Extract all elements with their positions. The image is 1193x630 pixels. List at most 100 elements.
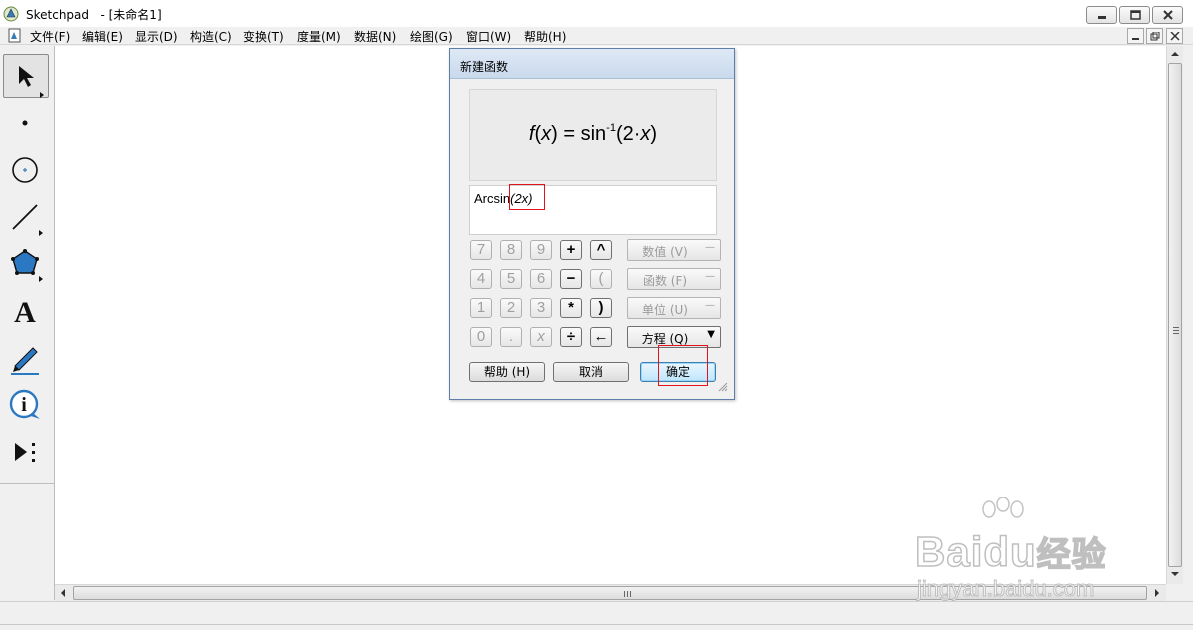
doc-close-button[interactable] [1166,28,1183,44]
menu-measure[interactable]: 度量(M) [297,28,341,45]
menu-help[interactable]: 帮助(H) [524,28,566,45]
dropdown-dash-icon: — [705,300,715,311]
document-icon[interactable] [8,28,22,43]
key-power[interactable]: ^ [590,240,612,260]
title-bar[interactable]: Sketchpad - [未命名1] [0,0,1193,28]
straightedge-tool[interactable] [3,195,49,239]
key-5[interactable]: 5 [500,269,522,289]
unit-dropdown-label: 单位 (U) [642,303,688,317]
watermark-brand-text: Bai [914,527,984,576]
menu-construct[interactable]: 构造(C) [190,28,232,45]
key-0[interactable]: 0 [470,327,492,347]
key-multiply[interactable]: * [560,298,582,318]
menu-edit[interactable]: 编辑(E) [82,28,123,45]
help-button[interactable]: 帮助 (H) [469,362,545,382]
unit-dropdown[interactable]: 单位 (U) — [627,297,721,319]
key-6[interactable]: 6 [530,269,552,289]
function-preview: f(x) = sin-1(2·x) [469,89,717,181]
restore-icon [1150,32,1160,41]
close-button[interactable] [1152,6,1183,24]
key-close-paren[interactable]: ) [590,298,612,318]
key-8[interactable]: 8 [500,240,522,260]
cancel-button[interactable]: 取消 [553,362,629,382]
text-tool[interactable]: A [3,289,49,333]
custom-tools-icon [15,443,35,462]
dropdown-dash-icon: — [705,271,715,282]
ok-highlight-box [658,345,708,386]
vertical-scroll-thumb[interactable] [1168,63,1182,567]
key-7[interactable]: 7 [470,240,492,260]
window-title: Sketchpad - [未命名1] [26,6,162,23]
vertical-scrollbar[interactable] [1166,46,1183,584]
formula-arg-close: ) [650,123,658,145]
marker-tool[interactable] [3,336,49,380]
document-title: - [未命名1] [100,8,162,22]
circle-compass-icon [12,157,38,183]
key-3[interactable]: 3 [530,298,552,318]
doc-minimize-button[interactable] [1127,28,1144,44]
point-tool[interactable] [3,101,49,145]
key-variable-x[interactable]: x [530,327,552,347]
minimize-button[interactable] [1086,6,1117,24]
menu-graph[interactable]: 绘图(G) [410,28,453,45]
selection-arrow-tool[interactable] [3,54,49,98]
scroll-right-arrow-icon[interactable] [1154,589,1160,597]
formula-arg-open: (2· [615,123,641,145]
app-name: Sketchpad [26,8,90,22]
watermark-site: jingyan.baidu.com [916,576,1095,602]
custom-tool[interactable] [3,430,49,474]
information-tool[interactable]: i [3,383,49,427]
key-minus[interactable]: − [560,269,582,289]
dialog-body: f(x) = sin-1(2·x) Arcsin(2x) 7 8 9 + ^ 数… [454,80,730,396]
marker-pen-icon [11,347,39,375]
paw-logo-icon [982,497,1024,518]
function-dropdown-label: 函数 (F) [642,274,688,288]
text-a-icon: A [14,296,36,329]
menu-display[interactable]: 显示(D) [135,28,178,45]
value-dropdown-label: 数值 (V) [642,245,688,259]
resize-grip-icon[interactable] [716,380,728,392]
doc-restore-button[interactable] [1146,28,1163,44]
polygon-tool[interactable] [3,242,49,286]
scrollbar-corner [1166,584,1183,601]
status-bar [0,601,1193,630]
info-tool-glyph: i [21,394,27,416]
formula-equals-fn: = sin [557,123,607,145]
menu-file[interactable]: 文件(F) [30,28,70,45]
text-tool-glyph: A [14,296,36,329]
key-9[interactable]: 9 [530,240,552,260]
key-1[interactable]: 1 [470,298,492,318]
key-backspace[interactable]: ← [590,327,612,347]
key-open-paren[interactable]: ( [590,269,612,289]
menu-data[interactable]: 数据(N) [354,28,396,45]
expression-highlight-box [509,184,545,210]
scroll-up-arrow-icon[interactable] [1171,51,1179,57]
close-icon [1163,10,1173,20]
watermark-brand-cn: 经验 [1036,535,1107,575]
key-plus[interactable]: + [560,240,582,260]
formula-variable: x [541,123,552,145]
menu-transform[interactable]: 变换(T) [243,28,284,45]
dialog-title-bar[interactable]: 新建函数 [450,49,734,79]
function-dropdown[interactable]: 函数 (F) — [627,268,721,290]
key-decimal[interactable]: . [500,327,522,347]
dropdown-arrow-icon: ▼ [707,329,715,340]
sketchpad-window: Sketchpad - [未命名1] 文件(F) 编辑(E) 显示(D) 构造(… [0,0,1193,630]
line-segment-icon [12,204,43,236]
expression-input[interactable]: Arcsin(2x) [469,184,717,235]
restore-button[interactable] [1119,6,1150,24]
compass-tool[interactable] [3,148,49,192]
window-right-edge [1183,46,1193,601]
new-function-dialog: 新建函数 f(x) = sin-1(2·x) Arcsin(2x) 7 8 9 … [449,48,735,400]
menu-window[interactable]: 窗口(W) [466,28,511,45]
toolbox-divider [0,483,55,484]
menu-bar: 文件(F) 编辑(E) 显示(D) 构造(C) 变换(T) 度量(M) 数据(N… [0,27,1193,45]
restore-icon [1130,10,1141,20]
key-2[interactable]: 2 [500,298,522,318]
value-dropdown[interactable]: 数值 (V) — [627,239,721,261]
key-4[interactable]: 4 [470,269,492,289]
arrow-cursor-icon [19,66,44,98]
scroll-left-arrow-icon[interactable] [60,589,66,597]
scroll-down-arrow-icon[interactable] [1171,571,1179,577]
key-divide[interactable]: ÷ [560,327,582,347]
